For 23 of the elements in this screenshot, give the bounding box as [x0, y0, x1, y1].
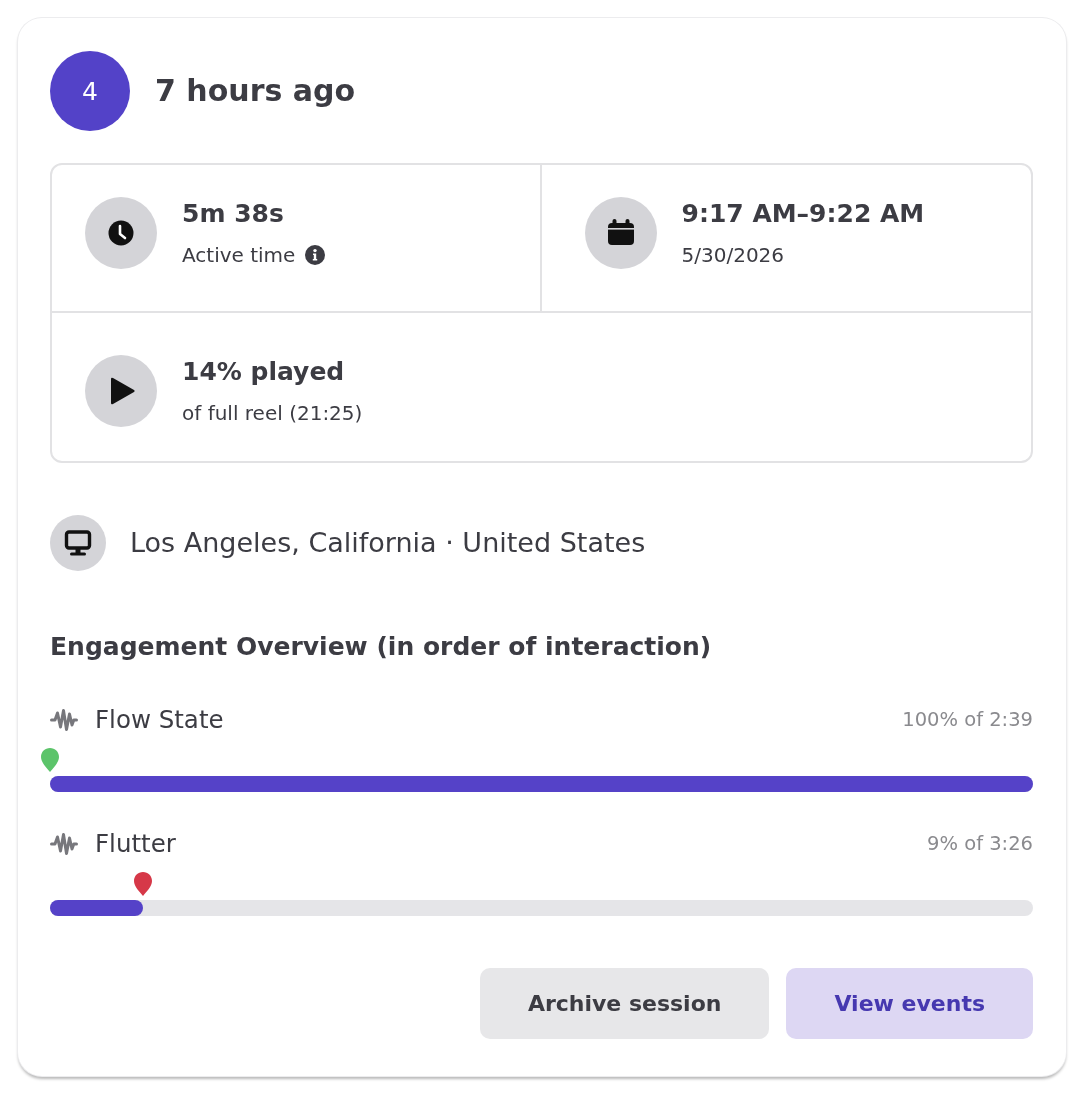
engagement-reading: 100% of 2:39 [902, 707, 1033, 733]
stat-value: 9:17 AM–9:22 AM [681, 197, 925, 230]
action-button[interactable]: Archive session [479, 968, 770, 1039]
stat-value: 5m 38s [182, 197, 285, 230]
stat-value: 14% played [182, 355, 346, 388]
location-text: Los Angeles, California · United States [130, 526, 646, 560]
engagement-reading: 9% of 3:26 [927, 831, 1033, 857]
stat-label: 5/30/2026 [681, 241, 785, 268]
session-number-badge: 4 [50, 51, 130, 131]
waveform-icon [50, 832, 78, 856]
play-icon [85, 354, 157, 427]
engagement-label: Flow State [95, 704, 224, 736]
stat-label: of full reel (21:25) [182, 399, 363, 426]
calendar-icon [584, 196, 657, 269]
waveform-icon [50, 708, 78, 732]
engagement-label: Flutter [95, 828, 176, 860]
session-time-ago: 7 hours ago [155, 72, 356, 110]
clock-icon [85, 196, 157, 269]
info-icon[interactable] [305, 244, 326, 265]
monitor-icon [50, 515, 106, 571]
action-button[interactable]: View events [786, 968, 1033, 1039]
stat-label: Active time [182, 241, 296, 268]
section-heading: Engagement Overview (in order of interaction) [50, 631, 713, 663]
